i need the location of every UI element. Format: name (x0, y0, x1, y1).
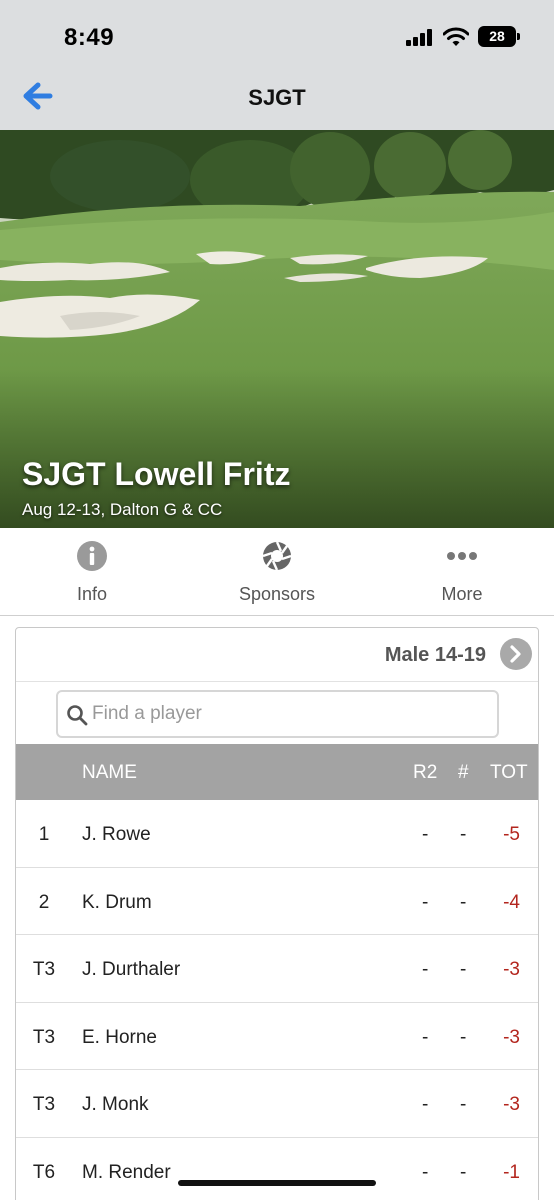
division-selector[interactable]: Male 14-19 (16, 628, 538, 682)
table-row[interactable]: 2 K. Drum - - -4 (16, 868, 538, 935)
table-header: NAME R2 # TOT (16, 744, 538, 800)
player-name-cell: J. Monk (82, 1094, 149, 1115)
page-title: SJGT (248, 85, 306, 110)
tab-sponsors[interactable]: Sponsors (185, 528, 369, 616)
player-name-cell: M. Render (82, 1161, 171, 1183)
r2-cell: - (422, 891, 429, 913)
hole-cell: - (460, 891, 467, 913)
player-name-cell: E. Horne (82, 1026, 157, 1048)
tab-info[interactable]: Info (0, 528, 184, 616)
total-cell: -3 (503, 959, 520, 980)
position-cell: T3 (32, 959, 56, 980)
hole-cell: - (460, 1161, 467, 1183)
player-name-cell: J. Rowe (82, 824, 151, 845)
position-cell: T3 (32, 1026, 56, 1048)
cellular-signal-icon (406, 28, 434, 46)
table-row[interactable]: T3 J. Durthaler - - -3 (16, 935, 538, 1003)
player-search[interactable] (56, 690, 499, 738)
r2-cell: - (422, 1161, 429, 1183)
position-cell: T3 (32, 1094, 56, 1115)
total-cell: -4 (503, 891, 520, 913)
total-cell: -1 (503, 1161, 520, 1183)
chevron-right-icon (510, 645, 521, 663)
r2-cell: - (422, 1094, 429, 1115)
leaderboard-rows: 1 J. Rowe - - -5 2 K. Drum - - -4 T3 J. … (16, 800, 538, 1200)
info-icon (77, 541, 107, 571)
hole-cell: - (460, 1094, 467, 1115)
table-row[interactable]: 1 J. Rowe - - -5 (16, 800, 538, 868)
player-name-cell: J. Durthaler (82, 959, 181, 980)
home-indicator[interactable] (178, 1180, 376, 1186)
column-header-name: NAME (82, 762, 137, 783)
tab-more-label: More (441, 584, 483, 604)
search-input[interactable] (92, 700, 492, 728)
player-name-cell: K. Drum (82, 891, 152, 913)
tab-more[interactable]: More (370, 528, 554, 616)
tab-sponsors-label: Sponsors (238, 584, 316, 604)
division-label: Male 14-19 (384, 644, 486, 666)
total-cell: -3 (503, 1026, 520, 1048)
position-cell: 2 (38, 891, 50, 913)
event-subtitle: Aug 12-13, Dalton G & CC (22, 500, 223, 519)
search-icon (67, 705, 88, 726)
total-cell: -3 (503, 1094, 520, 1115)
more-dots-icon (447, 552, 477, 560)
total-cell: -5 (503, 824, 520, 845)
r2-cell: - (422, 824, 429, 845)
column-header-tot: TOT (490, 762, 528, 783)
position-cell: 1 (38, 824, 50, 845)
status-time: 8:49 (64, 24, 115, 51)
leaderboard-card: Male 14-19 NAME R2 # TOT 1 J. Rowe - - -… (15, 627, 539, 1200)
event-tab-bar: Info Sponsors More (0, 528, 554, 616)
next-division-button[interactable] (500, 638, 532, 670)
aperture-icon (262, 541, 292, 571)
table-row[interactable]: T6 M. Render - - -1 (16, 1138, 538, 1200)
hole-cell: - (460, 824, 467, 845)
column-header-hole: # (458, 762, 469, 783)
tab-info-label: Info (76, 584, 108, 604)
table-row[interactable]: T3 J. Monk - - -3 (16, 1070, 538, 1138)
r2-cell: - (422, 1026, 429, 1048)
table-row[interactable]: T3 E. Horne - - -3 (16, 1003, 538, 1070)
hole-cell: - (460, 959, 467, 980)
position-cell: T6 (32, 1161, 56, 1183)
wifi-icon (442, 26, 470, 48)
column-header-r2: R2 (413, 762, 438, 783)
battery-icon: 28 (478, 26, 520, 47)
event-title: SJGT Lowell Fritz (22, 456, 291, 492)
hole-cell: - (460, 1026, 467, 1048)
top-bar: 8:49 28 SJGT (0, 0, 554, 130)
r2-cell: - (422, 959, 429, 980)
